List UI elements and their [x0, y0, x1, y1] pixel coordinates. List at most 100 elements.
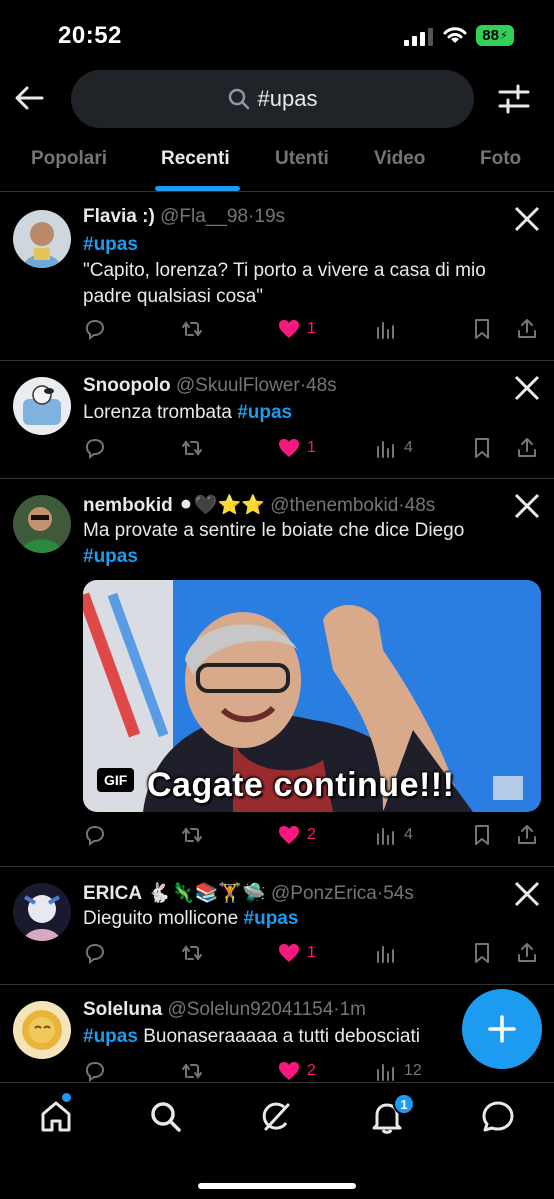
view-count: 4 — [404, 439, 413, 456]
like-button[interactable]: 2 — [277, 821, 316, 849]
reply-button[interactable] — [83, 434, 107, 462]
tweet-header: Snoopolo @SkuulFlower·48s — [83, 375, 337, 397]
views-button[interactable] — [374, 939, 404, 967]
heart-icon — [279, 320, 299, 338]
views-button[interactable] — [374, 315, 404, 343]
reply-button[interactable] — [83, 821, 107, 849]
charging-icon: ⚡ — [499, 30, 508, 42]
share-button[interactable] — [515, 821, 539, 849]
tweet-header: Flavia :) @Fla__98·19s — [83, 206, 285, 228]
active-tab-indicator — [155, 186, 240, 191]
tweet-text: #upas Buonaseraaaaa a tutti debosciati — [83, 1024, 523, 1050]
views-icon — [377, 441, 394, 458]
avatar[interactable] — [13, 377, 71, 435]
retweet-button[interactable] — [180, 434, 204, 462]
back-icon[interactable] — [12, 82, 46, 114]
bookmark-button[interactable] — [470, 434, 494, 462]
hashtag-link[interactable]: #upas — [244, 908, 299, 929]
bookmark-icon — [475, 825, 489, 845]
share-button[interactable] — [515, 434, 539, 462]
tweet[interactable]: Snoopolo @SkuulFlower·48s Lorenza tromba… — [0, 361, 554, 479]
compose-button[interactable] — [462, 989, 542, 1069]
like-button[interactable]: 1 — [277, 434, 316, 462]
views-icon — [377, 322, 394, 339]
cellular-signal-icon — [404, 28, 433, 46]
hashtag-link[interactable]: #upas — [83, 546, 138, 567]
tweet-header: nembokid ⚫🖤⭐⭐ @thenembokid·48s — [83, 493, 435, 517]
reply-button[interactable] — [83, 315, 107, 343]
avatar[interactable] — [13, 495, 71, 553]
name-emoji: 🐇🦎📚🏋🛸 — [147, 883, 266, 904]
tab-video[interactable]: Video — [374, 148, 425, 170]
reply-button[interactable] — [83, 1057, 107, 1085]
author-handle[interactable]: @Fla__98 — [160, 206, 248, 227]
author-handle[interactable]: @PonzErica — [271, 883, 377, 904]
home-icon[interactable] — [38, 1099, 74, 1135]
tweet-actions: 1 — [83, 939, 543, 967]
search-input[interactable]: #upas — [71, 70, 474, 128]
like-button[interactable]: 1 — [277, 939, 316, 967]
hashtag-link[interactable]: #upas — [237, 402, 292, 423]
like-count: 1 — [307, 439, 316, 456]
author-name[interactable]: nembokid — [83, 495, 173, 516]
tab-recenti[interactable]: Recenti — [161, 148, 230, 170]
avatar[interactable] — [13, 1001, 71, 1059]
author-name[interactable]: ERICA — [83, 883, 142, 904]
author-name[interactable]: Snoopolo — [83, 375, 171, 396]
retweet-button[interactable] — [180, 939, 204, 967]
tweet[interactable]: ERICA 🐇🦎📚🏋🛸 @PonzErica·54s Dieguito moll… — [0, 867, 554, 985]
tab-utenti[interactable]: Utenti — [275, 148, 329, 170]
bookmark-icon — [475, 943, 489, 963]
avatar[interactable] — [13, 883, 71, 941]
tweet-time: 54s — [383, 883, 414, 904]
tweet-time: 1m — [339, 999, 366, 1020]
hashtag-link[interactable]: #upas — [83, 1026, 138, 1047]
retweet-button[interactable] — [180, 315, 204, 343]
bookmark-button[interactable] — [470, 939, 494, 967]
like-count: 1 — [307, 944, 316, 961]
tweet-text: Ma provate a sentire le boiate che dice … — [83, 518, 523, 570]
author-name[interactable]: Flavia :) — [83, 206, 155, 227]
views-button[interactable]: 4 — [374, 434, 413, 462]
tweet-header: Soleluna @Solelun92041154·1m — [83, 999, 366, 1021]
heart-icon — [279, 1062, 299, 1080]
tweet-actions: 2 4 — [83, 821, 543, 849]
tweet-body: Ma provate a sentire le boiate che dice … — [83, 520, 465, 541]
tweet[interactable]: Flavia :) @Fla__98·19s #upas "Capito, lo… — [0, 192, 554, 361]
author-handle[interactable]: @SkuulFlower — [176, 375, 300, 396]
tweet[interactable]: nembokid ⚫🖤⭐⭐ @thenembokid·48s Ma provat… — [0, 479, 554, 867]
bookmark-button[interactable] — [470, 315, 494, 343]
retweet-icon — [182, 1063, 202, 1079]
avatar[interactable] — [13, 210, 71, 268]
bookmark-button[interactable] — [470, 821, 494, 849]
filter-icon[interactable] — [496, 82, 532, 116]
author-name[interactable]: Soleluna — [83, 999, 162, 1020]
views-button[interactable]: 12 — [374, 1057, 422, 1085]
gif-media[interactable]: GIF Cagate continue!!! — [83, 580, 541, 812]
tab-popolari[interactable]: Popolari — [31, 148, 107, 170]
author-handle[interactable]: @Solelun92041154 — [167, 999, 333, 1020]
views-button[interactable]: 4 — [374, 821, 413, 849]
author-handle[interactable]: @thenembokid — [270, 495, 398, 516]
views-icon — [377, 946, 394, 963]
share-button[interactable] — [515, 315, 539, 343]
share-icon — [518, 943, 536, 962]
gif-caption: Cagate continue!!! — [147, 766, 455, 804]
tweet-actions: 2 12 — [83, 1057, 543, 1085]
messages-icon[interactable] — [480, 1099, 516, 1135]
reply-icon — [85, 319, 105, 340]
reply-icon — [85, 943, 105, 964]
retweet-button[interactable] — [180, 821, 204, 849]
share-button[interactable] — [515, 939, 539, 967]
hashtag-link[interactable]: #upas — [83, 234, 138, 255]
like-button[interactable]: 2 — [277, 1057, 316, 1085]
views-icon — [377, 828, 394, 845]
reply-button[interactable] — [83, 939, 107, 967]
retweet-button[interactable] — [180, 1057, 204, 1085]
explore-icon[interactable] — [148, 1099, 184, 1135]
like-button[interactable]: 1 — [277, 315, 316, 343]
grok-icon[interactable] — [258, 1099, 294, 1135]
reply-icon — [85, 438, 105, 459]
battery-level: 88 — [482, 27, 499, 44]
tab-foto[interactable]: Foto — [480, 148, 521, 170]
